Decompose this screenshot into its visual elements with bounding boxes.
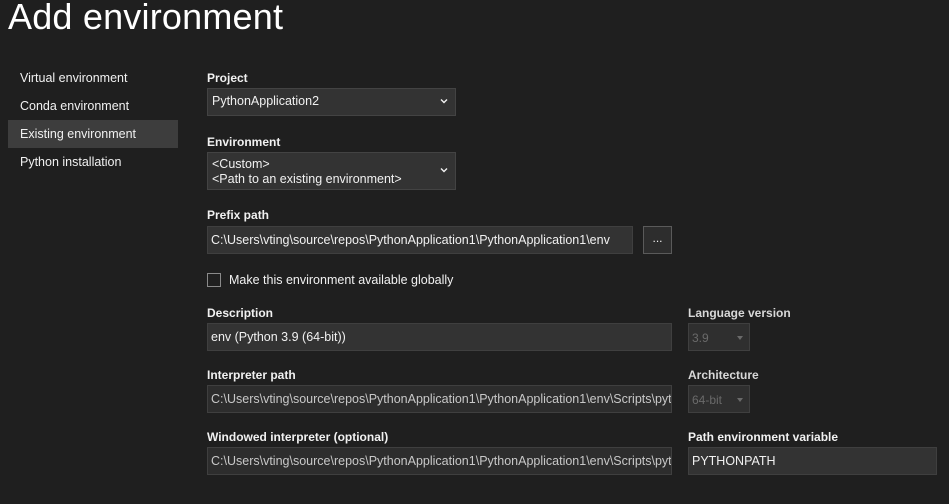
browse-button[interactable]: ...: [643, 226, 672, 254]
sidebar-item-conda-environment[interactable]: Conda environment: [8, 92, 178, 120]
page-title: Add environment: [8, 0, 284, 37]
language-version-select: 3.9: [688, 323, 750, 351]
prefix-path-input[interactable]: C:\Users\vting\source\repos\PythonApplic…: [207, 226, 633, 254]
project-value: PythonApplication2: [212, 94, 320, 108]
path-env-variable-input[interactable]: PYTHONPATH: [688, 447, 937, 475]
triangle-down-icon: [737, 336, 743, 340]
prefix-path-label: Prefix path: [207, 208, 270, 222]
sidebar-item-existing-environment[interactable]: Existing environment: [8, 120, 178, 148]
environment-dropdown[interactable]: <Custom> <Path to an existing environmen…: [207, 152, 456, 190]
language-version-label: Language version: [688, 306, 791, 320]
description-label: Description: [207, 306, 274, 320]
description-input[interactable]: env (Python 3.9 (64-bit)): [207, 323, 672, 351]
global-checkbox[interactable]: [207, 273, 221, 287]
sidebar-item-virtual-environment[interactable]: Virtual environment: [8, 64, 178, 92]
sidebar-item-python-installation[interactable]: Python installation: [8, 148, 178, 176]
interpreter-path-label: Interpreter path: [207, 368, 296, 382]
environment-label: Environment: [207, 135, 281, 149]
triangle-down-icon: [737, 398, 743, 402]
architecture-value: 64-bit: [692, 393, 723, 407]
environment-value-line1: <Custom>: [212, 157, 270, 171]
windowed-interpreter-input[interactable]: C:\Users\vting\source\repos\PythonApplic…: [207, 447, 672, 475]
chevron-down-icon: [440, 99, 448, 104]
project-dropdown[interactable]: PythonApplication2: [207, 88, 456, 116]
global-checkbox-label: Make this environment available globally: [229, 273, 454, 287]
architecture-label: Architecture: [688, 368, 759, 382]
language-version-value: 3.9: [692, 331, 709, 345]
project-label: Project: [207, 71, 248, 85]
environment-value-line2: <Path to an existing environment>: [212, 172, 402, 186]
chevron-down-icon: [440, 168, 448, 173]
interpreter-path-input[interactable]: C:\Users\vting\source\repos\PythonApplic…: [207, 385, 672, 413]
architecture-select: 64-bit: [688, 385, 750, 413]
path-env-variable-label: Path environment variable: [688, 430, 839, 444]
windowed-interpreter-label: Windowed interpreter (optional): [207, 430, 389, 444]
sidebar: Virtual environment Conda environment Ex…: [8, 64, 178, 176]
